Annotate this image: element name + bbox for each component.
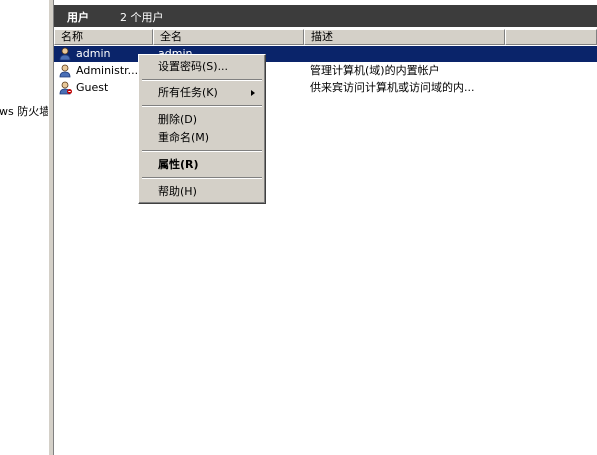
table-row-administrator[interactable]: Administr... 管理计算机(域)的内置帐户: [54, 63, 597, 79]
users-list-pane: 用户 2 个用户 名称 全名 描述 admin admin Administr.…: [54, 0, 597, 455]
column-header-fullname[interactable]: 全名: [153, 29, 304, 45]
table-row-guest[interactable]: Guest 供来宾访问计算机或访问域的内...: [54, 80, 597, 96]
user-icon: [59, 64, 71, 78]
column-header-filler: [505, 29, 597, 45]
menu-item-help[interactable]: 帮助(H): [141, 183, 263, 201]
menu-separator: [142, 105, 262, 107]
user-disabled-icon: [59, 81, 72, 95]
menu-item-set-password[interactable]: 设置密码(S)...: [141, 58, 263, 76]
menu-separator: [142, 150, 262, 152]
column-header-description[interactable]: 描述: [304, 29, 505, 45]
menu-separator: [142, 177, 262, 179]
menu-item-delete[interactable]: 删除(D): [141, 111, 263, 129]
menu-item-all-tasks[interactable]: 所有任务(K): [141, 84, 263, 102]
menu-item-properties[interactable]: 属性(R): [141, 156, 263, 174]
tree-item-firewall[interactable]: ws 防火墙: [0, 103, 48, 119]
pane-title: 用户: [67, 11, 89, 24]
row-description: 管理计算机(域)的内置帐户: [310, 64, 440, 77]
context-menu: 设置密码(S)... 所有任务(K) 删除(D) 重命名(M) 属性(R) 帮助…: [138, 54, 266, 204]
menu-separator: [142, 79, 262, 81]
menu-item-rename[interactable]: 重命名(M): [141, 129, 263, 147]
left-tree-pane[interactable]: ws 防火墙: [0, 0, 48, 455]
submenu-arrow-icon: [251, 90, 255, 96]
column-header-name[interactable]: 名称: [54, 29, 153, 45]
menu-item-all-tasks-label: 所有任务(K): [158, 86, 218, 99]
pane-title-bar: 用户 2 个用户: [54, 5, 597, 27]
row-description: 供来宾访问计算机或访问域的内...: [310, 81, 475, 94]
row-name: admin: [76, 47, 111, 60]
row-name: Guest: [76, 81, 109, 94]
row-name: Administr...: [76, 64, 139, 77]
column-header-row: 名称 全名 描述: [54, 29, 597, 45]
user-count: 2 个用户: [120, 11, 164, 24]
table-row-admin[interactable]: admin admin: [54, 46, 597, 62]
user-icon: [59, 47, 71, 61]
